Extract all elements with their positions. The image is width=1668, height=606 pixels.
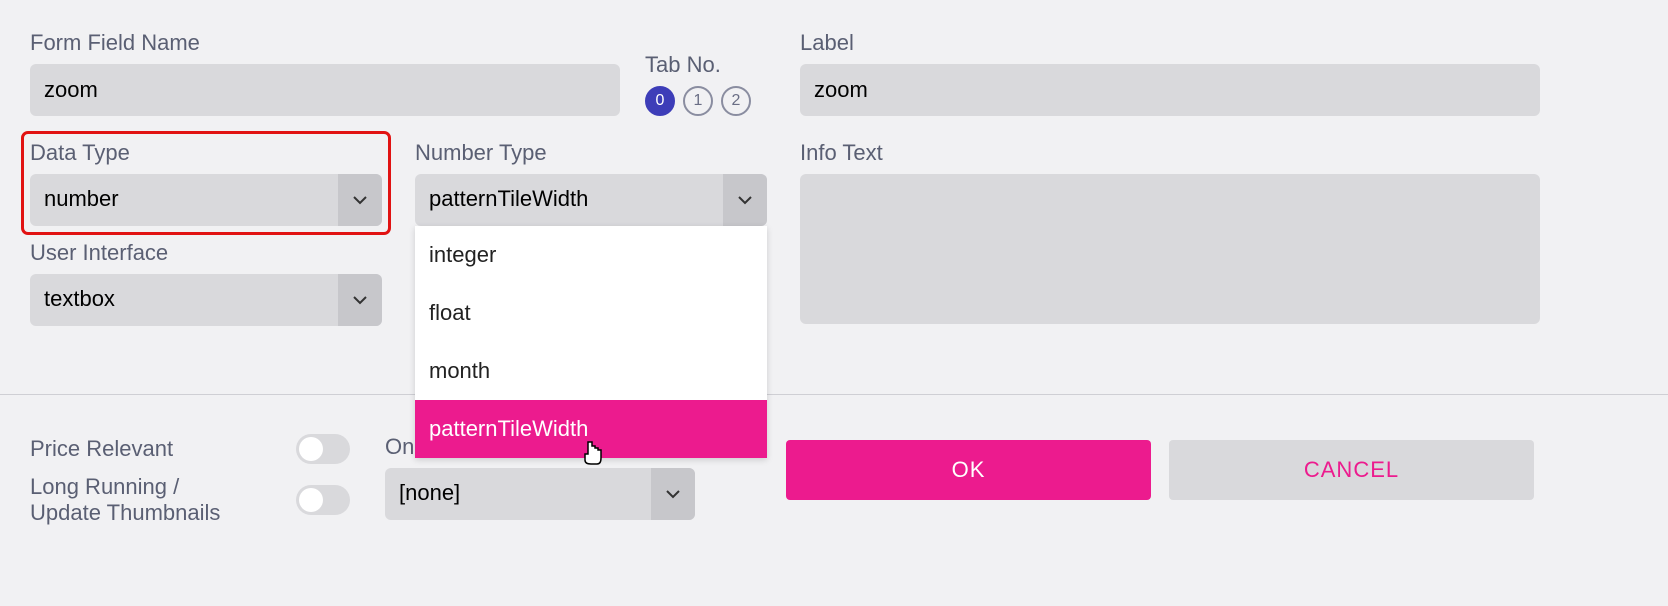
dropdown-option-patternTileWidth[interactable]: patternTileWidth: [415, 400, 767, 458]
dropdown-option-month[interactable]: month: [415, 342, 767, 400]
chevron-down-icon: [353, 293, 367, 307]
on-change-label: On: [385, 434, 414, 459]
data-type-label: Data Type: [30, 140, 382, 166]
data-type-chevron[interactable]: [338, 174, 382, 226]
on-change-select[interactable]: [none]: [385, 468, 695, 520]
number-type-chevron[interactable]: [723, 174, 767, 226]
form-field-name-label: Form Field Name: [30, 30, 620, 56]
cancel-button[interactable]: CANCEL: [1169, 440, 1534, 500]
dropdown-option-integer[interactable]: integer: [415, 226, 767, 284]
label-field-label: Label: [800, 30, 1540, 56]
long-running-label-1: Long Running /: [30, 474, 220, 500]
number-type-dropdown: integer float month patternTileWidth: [415, 226, 767, 458]
on-change-chevron[interactable]: [651, 468, 695, 520]
user-interface-select[interactable]: textbox: [30, 274, 382, 326]
chevron-down-icon: [738, 193, 752, 207]
number-type-select[interactable]: patternTileWidth: [415, 174, 767, 226]
info-text-textarea[interactable]: [800, 174, 1540, 324]
long-running-label-2: Update Thumbnails: [30, 500, 220, 526]
data-type-highlight: Data Type number: [24, 134, 388, 232]
tab-pill-2[interactable]: 2: [721, 86, 751, 116]
label-field-input[interactable]: [800, 64, 1540, 116]
user-interface-label: User Interface: [30, 240, 382, 266]
tab-no-label: Tab No.: [645, 52, 785, 78]
tab-pill-0[interactable]: 0: [645, 86, 675, 116]
data-type-select[interactable]: number: [30, 174, 382, 226]
dropdown-option-float[interactable]: float: [415, 284, 767, 342]
user-interface-chevron[interactable]: [338, 274, 382, 326]
price-relevant-label: Price Relevant: [30, 436, 173, 462]
tab-no-pills: 0 1 2: [645, 86, 785, 116]
number-type-label: Number Type: [415, 140, 767, 166]
ok-button[interactable]: OK: [786, 440, 1151, 500]
chevron-down-icon: [353, 193, 367, 207]
long-running-toggle[interactable]: [296, 485, 350, 515]
info-text-label: Info Text: [800, 140, 1540, 166]
tab-pill-1[interactable]: 1: [683, 86, 713, 116]
price-relevant-toggle[interactable]: [296, 434, 350, 464]
form-field-name-input[interactable]: [30, 64, 620, 116]
chevron-down-icon: [666, 487, 680, 501]
